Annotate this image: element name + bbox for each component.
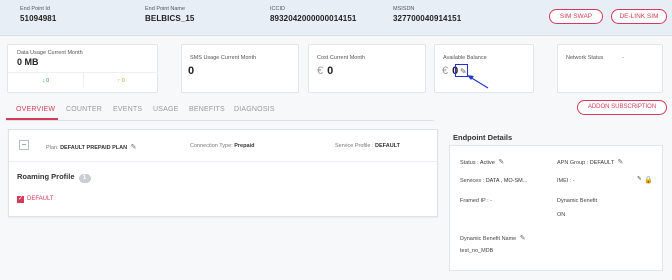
dynamic-benefit-name-field: Dynamic Benefit Name ✎ [460,234,526,242]
framed-ip-field: Framed IP : - [460,198,492,204]
network-status-label: Network Status [566,55,604,61]
dynamic-benefit-name-value: test_no_MDB [460,248,494,254]
data-usage-card: Data Usage Current Month 0 MB ↓ 0 ↑ 0 [7,44,158,93]
service-profile-field: Service Profile : DEFAULT [335,143,400,149]
roaming-profile-title: Roaming Profile 1 [17,172,91,183]
dynamic-benefit-label: Dynamic Benefit [557,198,598,204]
tab-counter[interactable]: COUNTER [66,106,102,113]
endpoint-details-panel: Status : Active ✎ APN Group : DEFAULT ✎ … [449,145,663,271]
plan-value: DEFAULT PREPAID PLAN [60,145,128,151]
de-link-sim-button[interactable]: DE-LINK SIM [611,9,667,24]
network-status-card: Network Status - [557,44,663,93]
dynamic-benefit-name-label: Dynamic Benefit Name [460,236,517,242]
apn-group-field: APN Group : DEFAULT ✎ [557,158,623,166]
sms-usage-card: SMS Usage Current Month 0 [181,44,299,93]
plan-panel: − Plan: DEFAULT PREPAID PLAN ✎ Connectio… [8,129,438,217]
sim-swap-button[interactable]: SIM SWAP [549,9,603,24]
framed-ip-value: - [490,198,493,204]
imei-value: - [572,178,575,184]
status-value: Active [479,160,495,166]
roaming-profile-label: Roaming Profile [17,172,75,181]
connection-type-field: Connection Type: Prepaid [190,143,254,149]
plan-label: Plan: [46,145,59,151]
edit-imei-pencil-icon[interactable]: ✎ [637,176,642,182]
data-upload-counter: ↑ 0 [83,72,158,88]
endpoint-header: End Point Id 51094981 End Point Name BEL… [0,0,672,36]
services-value: DATA , MO-SM... [485,178,528,184]
service-profile-value: DEFAULT [375,143,400,149]
dynamic-benefit-value: ON [557,212,566,218]
plan-field: Plan: DEFAULT PREPAID PLAN ✎ [46,143,137,151]
tab-usage[interactable]: USAGE [153,106,179,113]
tab-diagnosis[interactable]: DIAGNOSIS [234,106,275,113]
imei-field: IMEI : - [557,178,575,184]
endpoint-details-title: Endpoint Details [453,133,513,142]
network-status-value: - [622,55,624,61]
tab-divider [6,120,434,121]
cost-value: €0 [317,65,333,77]
imei-label: IMEI : [557,178,572,184]
services-field: Services : DATA , MO-SM... [460,178,527,184]
edit-status-pencil-icon[interactable]: ✎ [498,159,504,166]
cost-card: Cost Current Month €0 [308,44,426,93]
addon-subscription-button[interactable]: ADDON SUBSCRIPTION [577,100,667,115]
annotation-arrow-icon [467,75,489,89]
edit-plan-pencil-icon[interactable]: ✎ [131,144,137,151]
iccid-value: 8932042000000014151 [270,14,357,23]
iccid-field: ICCID 8932042000000014151 [270,6,356,23]
lock-icon[interactable]: 🔒 [644,176,653,184]
euro-currency-icon: € [317,65,324,77]
service-profile-label: Service Profile : [335,143,374,149]
active-tab-indicator [6,118,58,120]
cost-amount: 0 [327,65,334,77]
plan-row: − Plan: DEFAULT PREPAID PLAN ✎ Connectio… [9,130,437,162]
balance-label: Available Balance [443,55,487,61]
apn-group-label: APN Group : [557,160,589,166]
endpoint-id-value: 51094981 [20,14,57,23]
msisdn-value: 327700040914151 [393,14,462,23]
tab-overview[interactable]: OVERVIEW [16,106,55,113]
services-label: Services : [460,178,485,184]
framed-ip-label: Framed IP : [460,198,489,204]
data-download-counter: ↓ 0 [8,72,83,88]
edit-dynamic-benefit-pencil-icon[interactable]: ✎ [520,235,526,242]
cost-label: Cost Current Month [317,55,365,61]
roaming-default-label: DEFAULT [27,196,54,202]
connection-type-value: Prepaid [234,143,255,149]
data-usage-value: 0 MB [17,57,39,67]
endpoint-id-field: End Point Id 51094981 [20,6,56,23]
iccid-label: ICCID [270,6,285,12]
endpoint-id-label: End Point Id [20,6,50,12]
tab-events[interactable]: EVENTS [113,106,142,113]
msisdn-label: MSISDN [393,6,415,12]
sms-usage-label: SMS Usage Current Month [190,55,257,61]
endpoint-name-label: End Point Name [145,6,186,12]
msisdn-field: MSISDN 327700040914151 [393,6,461,23]
tab-benefits[interactable]: BENEFITS [189,106,225,113]
roaming-default-checkbox[interactable]: ✓ [17,196,24,203]
collapse-toggle-icon[interactable]: − [19,140,29,150]
connection-type-label: Connection Type: [190,143,233,149]
roaming-count-badge: 1 [78,174,91,183]
apn-group-value: DEFAULT [589,160,614,166]
status-label: Status : [460,160,479,166]
endpoint-name-field: End Point Name BELBICS_15 [145,6,194,23]
endpoint-name-value: BELBICS_15 [145,14,195,23]
status-field: Status : Active ✎ [460,158,504,166]
edit-apn-pencil-icon[interactable]: ✎ [618,159,624,166]
euro-currency-icon: € [442,65,449,77]
data-usage-label: Data Usage Current Month [17,50,83,56]
sms-usage-value: 0 [188,65,195,77]
